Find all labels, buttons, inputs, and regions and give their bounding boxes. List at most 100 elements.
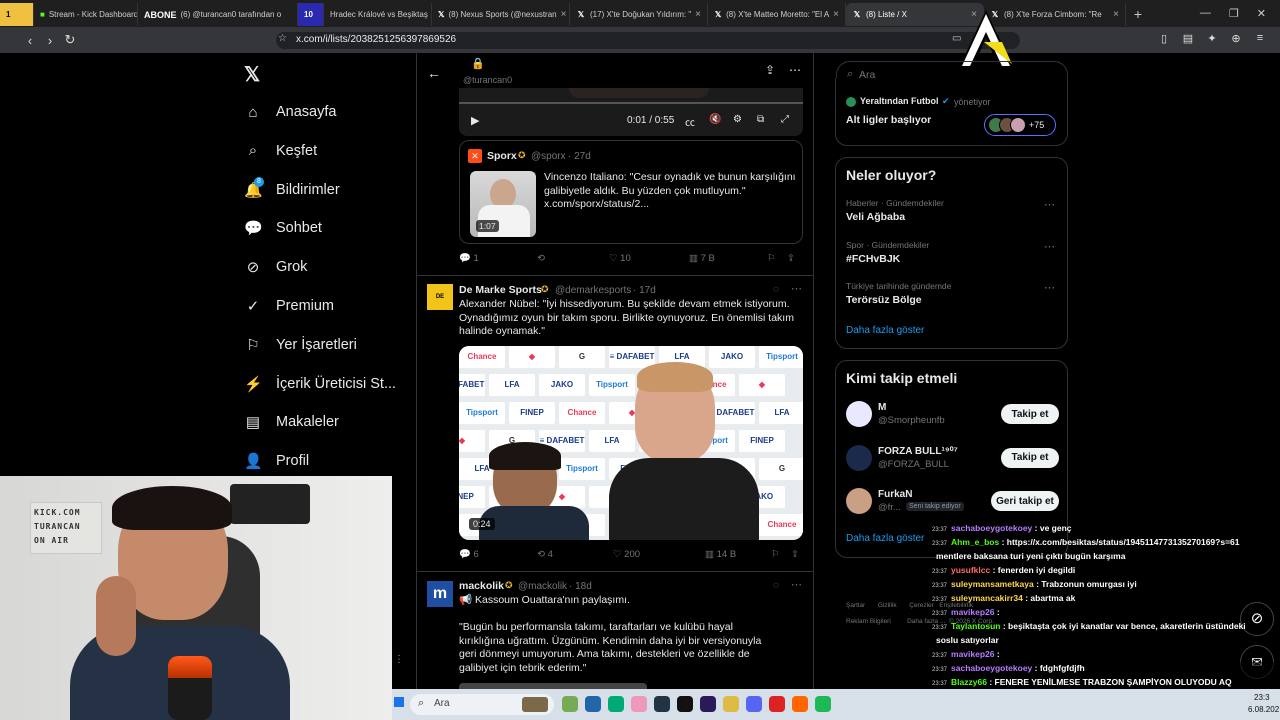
restore-icon[interactable]: ❐ bbox=[1229, 7, 1239, 20]
more-icon[interactable]: ⋯ bbox=[1044, 281, 1055, 294]
nav-item-8[interactable]: ▤ Makaleler bbox=[244, 407, 339, 437]
folder-icon[interactable] bbox=[631, 696, 647, 712]
taskbar-search[interactable]: ⌕ Ara bbox=[410, 694, 554, 715]
fullscreen-icon[interactable]: ⤢ bbox=[781, 114, 789, 125]
tweet-author-name[interactable]: De Marke Sports bbox=[459, 284, 542, 296]
video-progress[interactable] bbox=[459, 102, 803, 104]
follow-name[interactable]: FurkaN bbox=[878, 489, 912, 500]
extensions-icon[interactable]: ✦ bbox=[1202, 32, 1222, 45]
trends-show-more[interactable]: Daha fazla göster bbox=[846, 325, 924, 336]
brave-icon[interactable] bbox=[792, 696, 808, 712]
more-icon[interactable]: ⋯ bbox=[791, 578, 802, 591]
nav-item-3[interactable]: 💬 Sohbet bbox=[244, 213, 322, 243]
reply-button[interactable]: 💬 6 bbox=[459, 549, 537, 560]
nav-item-4[interactable]: ⊘ Grok bbox=[244, 252, 308, 282]
nav-item-2[interactable]: 🔔 8 Bildirimler bbox=[244, 175, 340, 205]
edge-icon[interactable] bbox=[608, 696, 624, 712]
follow-suggestion[interactable]: FurkaN @fr... Seni takip ediyor Geri tak… bbox=[836, 488, 1067, 524]
tab-0[interactable]: ■ Stream - Kick Dashboard bbox=[34, 3, 138, 26]
nav-item-1[interactable]: ⌕ Keşfet bbox=[244, 136, 317, 166]
follow-button[interactable]: Takip et bbox=[1001, 447, 1059, 468]
profile-menu-icon[interactable]: ⊕ bbox=[1226, 32, 1246, 45]
retweet-icon[interactable]: ⟲ bbox=[537, 253, 609, 264]
tab-5[interactable]: 𝕏 (17) X'te Doğukan Yıldırım: " × bbox=[570, 3, 708, 26]
premiere-icon[interactable] bbox=[700, 696, 716, 712]
pip-icon[interactable]: ⧉ bbox=[757, 114, 764, 125]
views-button[interactable]: ▥ 7 B bbox=[689, 253, 767, 264]
more-icon[interactable]: ⋯ bbox=[1044, 240, 1055, 253]
follow-suggestion[interactable]: M @Smorpheunfb Takip et bbox=[836, 401, 1067, 437]
widgets-icon[interactable] bbox=[562, 696, 578, 712]
community-card[interactable]: Yeraltından Futbol ✔ yönetiyor Alt ligle… bbox=[835, 78, 1068, 146]
discord-icon[interactable] bbox=[746, 696, 762, 712]
footer-cookies[interactable]: Çerezler bbox=[909, 602, 934, 609]
views-button[interactable]: ▥ 14 B bbox=[705, 549, 771, 560]
windows-start-icon[interactable] bbox=[394, 697, 404, 707]
trend-item[interactable]: Spor · Gündemdekiler #FCHvBJK ⋯ bbox=[836, 240, 1067, 278]
steam-icon[interactable] bbox=[654, 696, 670, 712]
menu-icon[interactable]: ≡ bbox=[1250, 32, 1270, 45]
trend-item[interactable]: Haberler · Gündemdekiler Veli Ağbaba ⋯ bbox=[836, 198, 1067, 236]
footer-privacy[interactable]: Gizlilik bbox=[878, 602, 897, 609]
store-icon[interactable] bbox=[585, 696, 601, 712]
follow-button[interactable]: Geri takip et bbox=[991, 491, 1059, 511]
more-icon[interactable]: ⋯ bbox=[1044, 198, 1055, 211]
mackolik-avatar[interactable]: m bbox=[427, 581, 453, 607]
nav-item-9[interactable]: 👤 Profil bbox=[244, 446, 309, 476]
tab-badge[interactable]: 10 bbox=[298, 3, 324, 26]
x-logo-icon[interactable]: 𝕏 bbox=[244, 62, 260, 87]
tab-1[interactable]: ABONE (6) @turancan0 tarafından o bbox=[138, 3, 298, 26]
back-arrow-icon[interactable]: ← bbox=[427, 65, 441, 81]
reply-button[interactable]: 💬 1 bbox=[459, 253, 537, 264]
close-tab-icon[interactable]: × bbox=[1113, 9, 1119, 20]
share-icon[interactable]: ⇪ bbox=[791, 549, 799, 560]
avatar[interactable] bbox=[846, 488, 872, 514]
more-icon[interactable]: ⋯ bbox=[789, 63, 801, 77]
grok-icon[interactable]: ◌ bbox=[773, 284, 779, 295]
footer-terms[interactable]: Şartlar bbox=[846, 602, 865, 609]
tweet-media-video[interactable]: Chance◆G≡ DAFABETLFAJAKOTipsport≡ DAFABE… bbox=[459, 346, 803, 540]
more-icon[interactable]: ⋯ bbox=[791, 282, 802, 295]
follow-name[interactable]: M bbox=[878, 402, 886, 413]
close-tab-icon[interactable]: × bbox=[695, 9, 701, 20]
follow-button[interactable]: Takip et bbox=[1001, 404, 1059, 424]
bookmark-icon[interactable]: ⚐ bbox=[767, 253, 787, 264]
reload-icon[interactable]: ↻ bbox=[60, 32, 80, 48]
footer-ads[interactable]: Reklam Bilgileri bbox=[846, 618, 891, 625]
bookmark-star-icon[interactable]: ☆ bbox=[278, 33, 287, 44]
share-icon[interactable]: ⇪ bbox=[787, 253, 795, 264]
demarke-avatar[interactable]: DE MARKE bbox=[427, 284, 453, 326]
tab-4[interactable]: 𝕏 (8) Nexus Sports (@nexustran × bbox=[432, 3, 570, 26]
mute-icon[interactable]: 🔇 bbox=[709, 114, 721, 125]
capcut-icon[interactable] bbox=[677, 696, 693, 712]
more-icon[interactable]: ⋮ bbox=[394, 654, 404, 665]
bookmark-icon[interactable]: ⚐ bbox=[771, 549, 791, 560]
spotify-icon[interactable] bbox=[815, 696, 831, 712]
tab-6[interactable]: 𝕏 (8) X'te Matteo Moretto: "El A × bbox=[708, 3, 846, 26]
video-player[interactable]: ▶ 0:01 / 0:55 ㏄ 🔇 ⚙ ⧉ ⤢ bbox=[459, 88, 803, 136]
opera-icon[interactable] bbox=[769, 696, 785, 712]
tab-kick-badge[interactable]: 1 bbox=[0, 3, 34, 26]
sidebar-icon[interactable]: ▯ bbox=[1154, 32, 1174, 45]
close-tab-icon[interactable]: × bbox=[833, 9, 839, 20]
nav-item-0[interactable]: ⌂ Anasayfa bbox=[244, 97, 336, 127]
forward-icon[interactable]: › bbox=[40, 33, 60, 48]
tweet-author-name[interactable]: mackolik bbox=[459, 580, 504, 592]
nav-item-7[interactable]: ⚡ İçerik Üreticisi St... bbox=[244, 369, 396, 399]
minimize-icon[interactable]: — bbox=[1200, 7, 1211, 20]
share-icon[interactable]: ⇪ bbox=[765, 63, 775, 77]
follow-suggestion[interactable]: FORZA BULL¹⁹⁰⁷ @FORZA_BULL Takip et bbox=[836, 444, 1067, 481]
avatar[interactable] bbox=[846, 401, 872, 427]
wallet-icon[interactable]: ▤ bbox=[1178, 32, 1198, 45]
like-button[interactable]: ♡ 200 bbox=[613, 549, 705, 560]
close-window-icon[interactable]: ✕ bbox=[1257, 7, 1266, 20]
community-members[interactable]: +75 bbox=[984, 114, 1056, 136]
nav-item-5[interactable]: ✓ Premium bbox=[244, 291, 334, 321]
quoted-tweet[interactable]: ✕ Sporx ✪ @sporx · 27d 1:07 Vincenzo Ita… bbox=[459, 140, 803, 244]
follow-show-more[interactable]: Daha fazla göster bbox=[846, 533, 924, 544]
tab-3[interactable]: Hradec Králové vs Beşiktaş bbox=[324, 3, 432, 26]
chrome-icon[interactable] bbox=[723, 696, 739, 712]
like-button[interactable]: ♡ 10 bbox=[609, 253, 689, 264]
close-tab-icon[interactable]: × bbox=[561, 9, 567, 20]
play-icon[interactable]: ▶ bbox=[471, 114, 479, 127]
